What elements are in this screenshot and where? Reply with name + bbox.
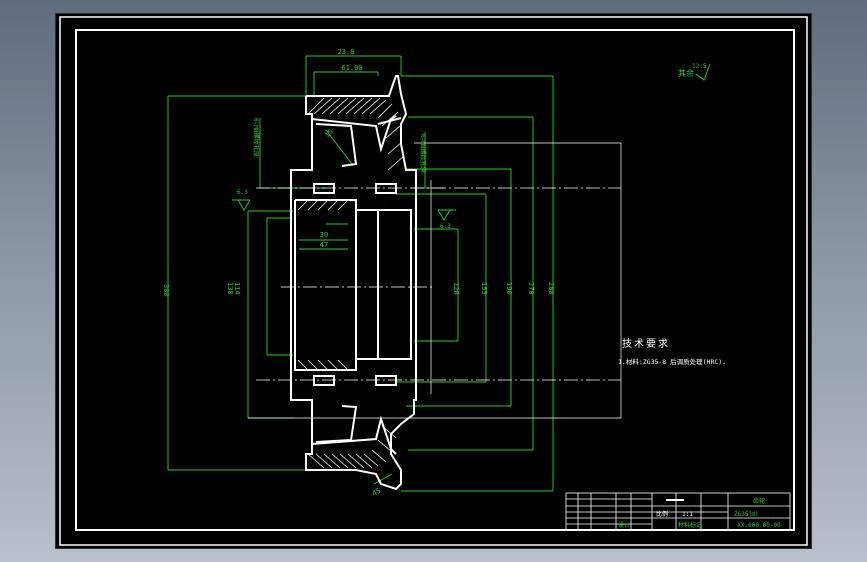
inner-frame bbox=[75, 29, 795, 531]
dim-280: 280 bbox=[547, 282, 555, 295]
dimension-lines bbox=[167, 55, 711, 492]
dim-bore-30: 30 bbox=[320, 231, 328, 239]
dim-top-width: 23.8 bbox=[338, 48, 355, 56]
dim-270: 270 bbox=[527, 282, 535, 295]
dim-120: 120 bbox=[452, 282, 460, 295]
roughness-right: 6.3 bbox=[440, 223, 451, 230]
title-company: 材料标记 bbox=[678, 521, 702, 529]
drawing-viewport[interactable]: 23.8 61.00 15 30 47 300 130 114 120 155 … bbox=[56, 14, 811, 548]
dim-300: 300 bbox=[162, 284, 170, 297]
section-hatch bbox=[297, 97, 405, 469]
cad-drawing: 23.8 61.00 15 30 47 300 130 114 120 155 … bbox=[59, 16, 808, 546]
roughness-left: 6.3 bbox=[237, 189, 248, 196]
dim-114: 114 bbox=[233, 282, 241, 295]
title-scale-label: 比例 bbox=[656, 510, 668, 518]
thread-callout-right: 6-M8螺纹孔深 bbox=[419, 134, 427, 172]
dim-top-inner: 61.00 bbox=[341, 64, 362, 72]
dim-190: 190 bbox=[505, 282, 513, 295]
title-scale-value: 1:1 bbox=[682, 511, 693, 518]
dim-bottom-chamfer: 45 bbox=[371, 487, 382, 498]
thread-callout-left: 6-M8螺纹孔深 bbox=[252, 118, 260, 156]
title-material: ZG35(Ⅱ) bbox=[734, 511, 759, 518]
gear-part bbox=[290, 75, 417, 491]
title-marker bbox=[666, 499, 684, 501]
title-designer: 设计 bbox=[618, 521, 630, 529]
notes-title: 技术要求 bbox=[622, 337, 670, 350]
roughness-value: 12.5 bbox=[692, 63, 707, 70]
dim-bore-47: 47 bbox=[320, 241, 328, 249]
auxiliary-frame bbox=[248, 142, 622, 419]
title-drawing-no: XX.000.00-00 bbox=[737, 522, 781, 529]
notes-line-1: 1.材料:ZG35-8 后调质处理(HRC). bbox=[618, 357, 726, 366]
dim-chamfer-top: 15 bbox=[323, 128, 335, 140]
center-lines bbox=[256, 187, 621, 381]
title-part-name: 齿轮 bbox=[753, 497, 765, 505]
dim-155: 155 bbox=[480, 282, 488, 295]
dim-130: 130 bbox=[226, 282, 234, 295]
